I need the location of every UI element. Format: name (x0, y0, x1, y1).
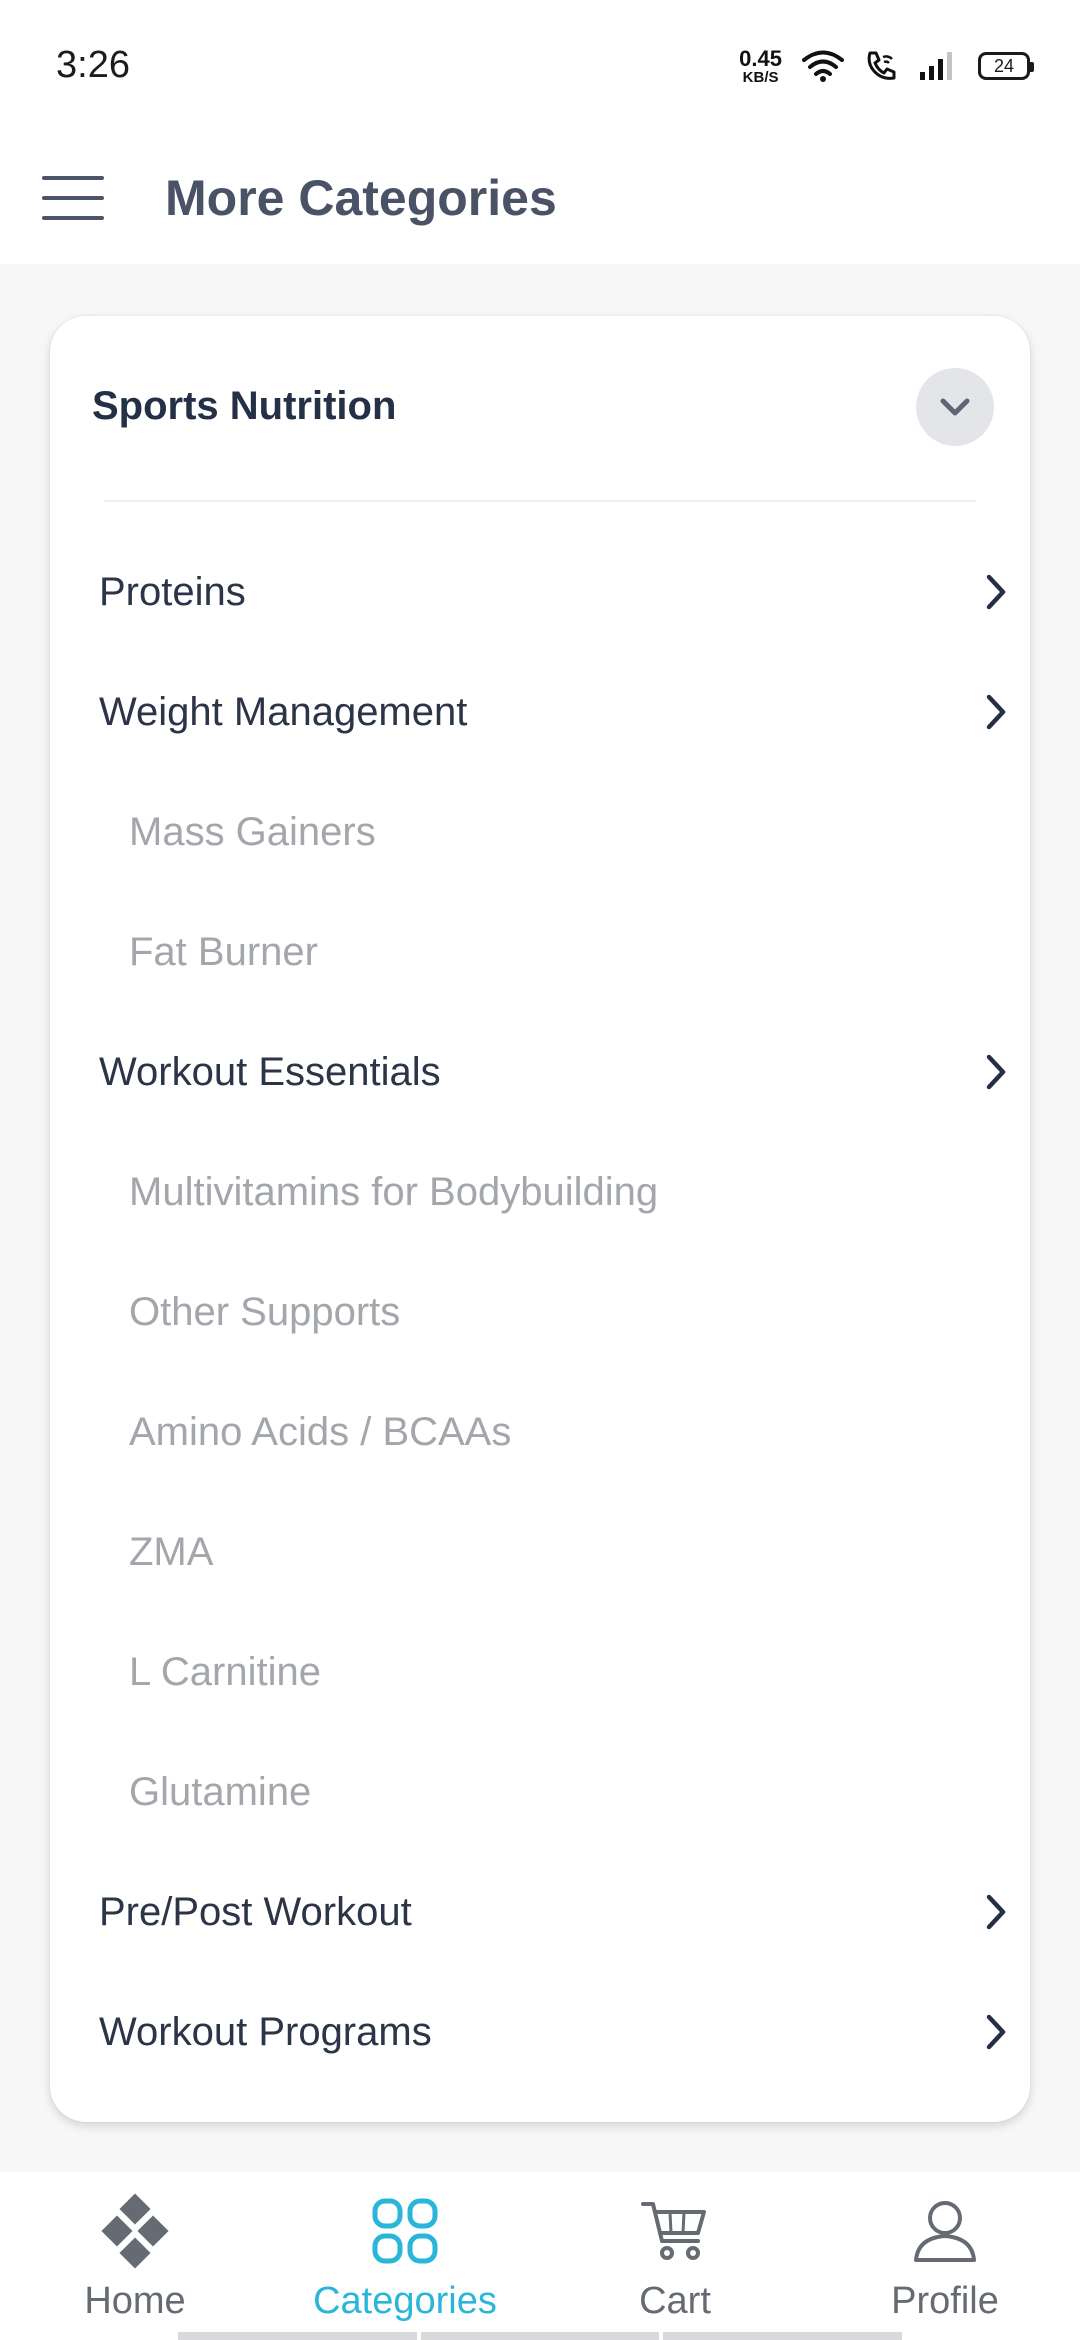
home-diamond-icon (95, 2193, 175, 2269)
status-bar: 3:26 0.45 KB/S 24 (0, 0, 1080, 132)
category-item-label: Weight Management (99, 689, 468, 734)
page-title: More Categories (165, 170, 557, 226)
category-item-workout-programs[interactable]: Workout Programs (50, 1972, 1030, 2092)
signal-icon (920, 52, 952, 80)
subcategory-item-label: ZMA (129, 1529, 214, 1574)
subcategory-item-l-carnitine[interactable]: L Carnitine (50, 1612, 1030, 1732)
chevron-down-icon (940, 398, 970, 416)
network-speed: 0.45 KB/S (739, 45, 782, 86)
category-card-header[interactable]: Sports Nutrition (50, 316, 1030, 496)
subcategory-item-amino-acids[interactable]: Amino Acids / BCAAs (50, 1372, 1030, 1492)
categories-grid-icon (365, 2196, 445, 2266)
category-title: Sports Nutrition (92, 384, 397, 428)
chevron-right-icon (976, 1892, 1016, 1932)
nav-home[interactable]: Home (0, 2172, 270, 2340)
header-divider (104, 500, 976, 502)
bottom-navigation: Home Categories Cart Profile (0, 2172, 1080, 2340)
profile-icon (905, 2196, 985, 2266)
wifi-calling-icon (867, 51, 896, 80)
category-item-proteins[interactable]: Proteins (50, 532, 1030, 652)
subcategory-item-zma[interactable]: ZMA (50, 1492, 1030, 1612)
nav-label-profile: Profile (891, 2280, 999, 2322)
nav-cart[interactable]: Cart (540, 2172, 810, 2340)
subcategory-item-label: L Carnitine (129, 1649, 321, 1694)
chevron-right-icon (976, 692, 1016, 732)
nav-label-home: Home (84, 2280, 186, 2322)
category-item-label: Proteins (99, 569, 246, 614)
chevron-right-icon (976, 1052, 1016, 1092)
subcategory-item-label: Amino Acids / BCAAs (129, 1409, 512, 1454)
category-item-label: Pre/Post Workout (99, 1889, 412, 1934)
battery-icon: 24 (978, 52, 1034, 80)
category-item-label: Workout Programs (99, 2009, 432, 2054)
subcategory-item-multivitamins[interactable]: Multivitamins for Bodybuilding (50, 1132, 1030, 1252)
nav-label-categories: Categories (313, 2280, 497, 2322)
wifi-icon (802, 50, 844, 82)
status-time: 3:26 (56, 44, 130, 86)
status-icons: 0.45 KB/S 24 (739, 44, 1034, 88)
subcategory-item-label: Glutamine (129, 1769, 312, 1814)
hamburger-menu-icon[interactable] (42, 158, 108, 238)
subcategory-item-label: Mass Gainers (129, 809, 376, 854)
network-speed-value: 0.45 (739, 45, 782, 71)
subcategory-item-fat-burner[interactable]: Fat Burner (50, 892, 1030, 1012)
category-item-pre-post-workout[interactable]: Pre/Post Workout (50, 1852, 1030, 1972)
nav-categories[interactable]: Categories (270, 2172, 540, 2340)
chevron-right-icon (976, 2012, 1016, 2052)
nav-profile[interactable]: Profile (810, 2172, 1080, 2340)
category-item-workout-essentials[interactable]: Workout Essentials (50, 1012, 1030, 1132)
subcategory-item-other-supports[interactable]: Other Supports (50, 1252, 1030, 1372)
gesture-bar (178, 2332, 903, 2340)
cart-icon (635, 2196, 715, 2266)
subcategory-item-label: Fat Burner (129, 929, 318, 974)
category-item-weight-management[interactable]: Weight Management (50, 652, 1030, 772)
battery-level: 24 (993, 55, 1015, 76)
chevron-right-icon (976, 572, 1016, 612)
subcategory-item-label: Other Supports (129, 1289, 401, 1334)
category-card: Sports Nutrition Proteins Weight Managem… (50, 316, 1030, 2122)
app-bar: More Categories (0, 132, 1080, 264)
network-speed-unit: KB/S (742, 68, 779, 86)
subcategory-item-label: Multivitamins for Bodybuilding (129, 1169, 659, 1214)
subcategory-item-glutamine[interactable]: Glutamine (50, 1732, 1030, 1852)
nav-label-cart: Cart (639, 2280, 711, 2322)
category-item-label: Workout Essentials (99, 1049, 441, 1094)
subcategory-item-mass-gainers[interactable]: Mass Gainers (50, 772, 1030, 892)
collapse-button[interactable] (916, 368, 994, 446)
